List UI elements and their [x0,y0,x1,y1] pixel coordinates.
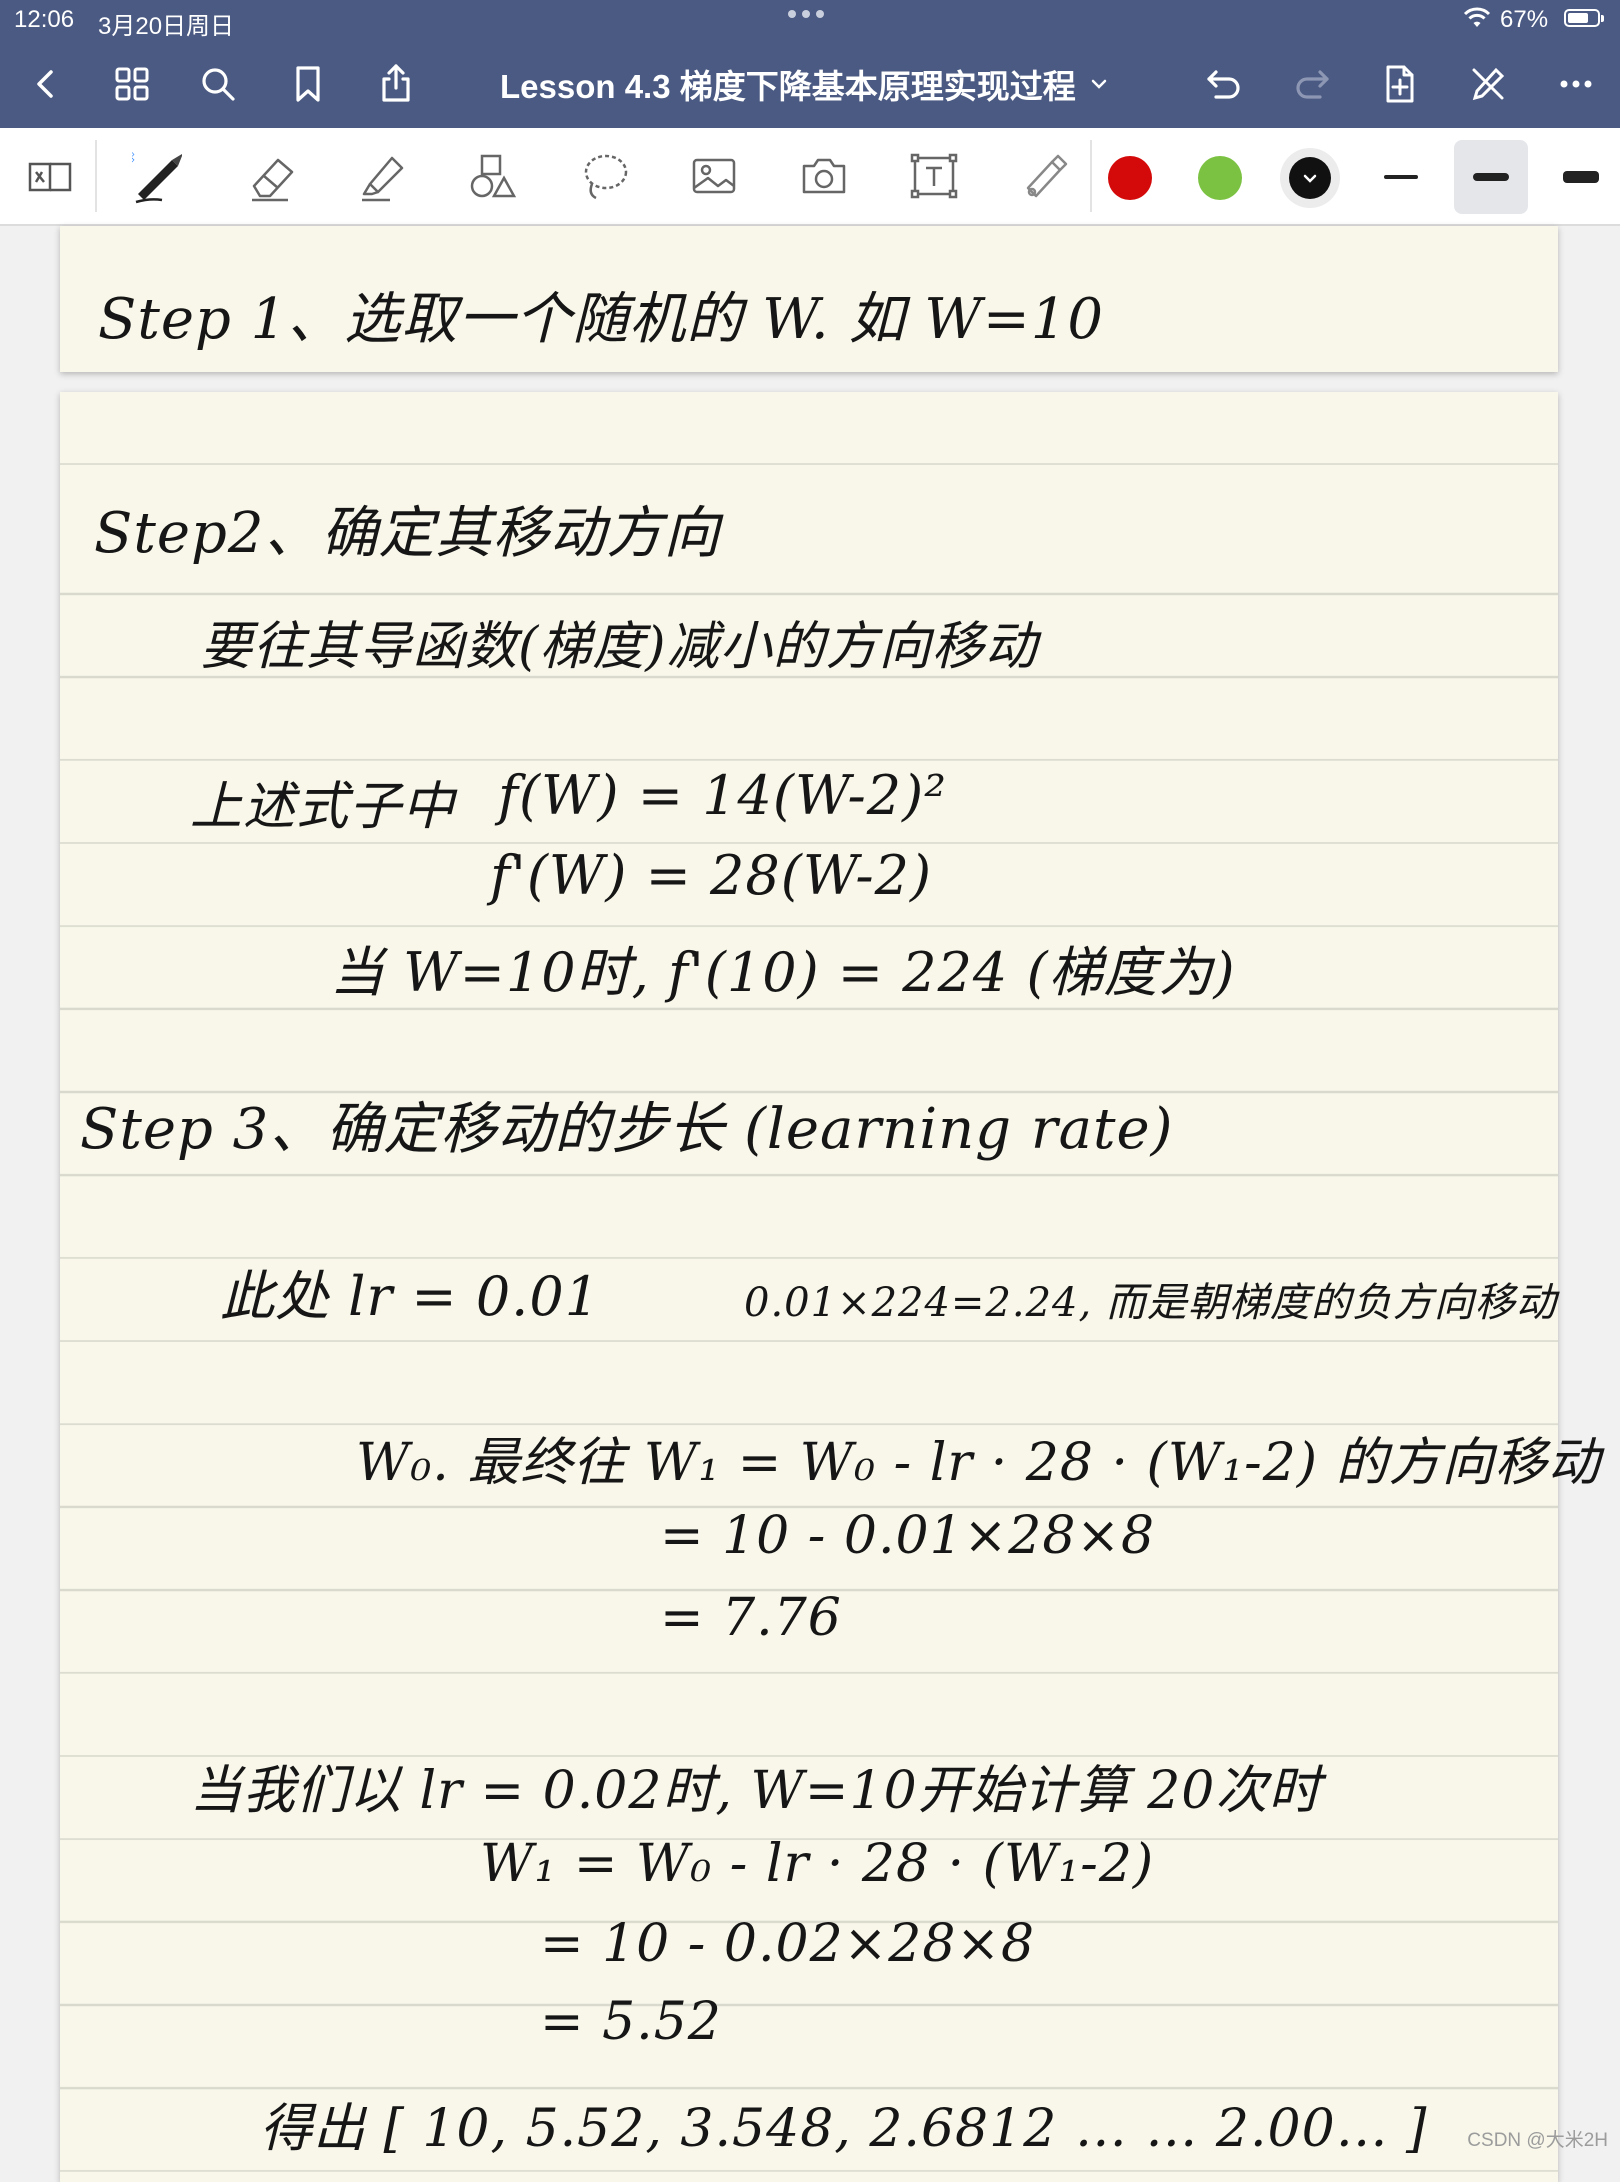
grid-icon [115,67,149,101]
formula-f: f(W) = 14(W-2)² [498,764,947,827]
search-button[interactable] [190,56,246,112]
toolbar-divider [1090,140,1092,212]
lasso-tool[interactable] [572,146,636,206]
thumbnails-button[interactable] [104,56,160,112]
more-icon [1560,80,1592,88]
chevron-down-icon [1303,174,1317,183]
stroke-width-thick[interactable] [1544,140,1618,214]
undo-button[interactable] [1196,56,1252,112]
undo-icon [1207,70,1240,99]
eraser-tool[interactable] [240,146,304,206]
laser-pointer-tool[interactable] [1012,146,1076,206]
read-mode-icon [28,162,72,192]
highlighter-icon [362,156,404,202]
laser-pointer-icon [1026,154,1068,198]
add-page-icon [1386,65,1414,103]
svg-text:ᛒ: ᛒ [132,150,136,166]
navigation-bar: Lesson 4.3 梯度下降基本原理实现过程 [0,38,1620,128]
document-title-text: Lesson 4.3 梯度下降基本原理实现过程 [500,68,1076,105]
image-icon [692,158,736,194]
formula-f-prime: f'(W) = 28(W-2) [490,844,933,907]
more-button[interactable] [1548,56,1604,112]
note-page-2[interactable]: Step2、确定其移动方向 要往其导函数(梯度)减小的方向移动 上述式子中 f(… [60,392,1600,2182]
iteration-calc-1: = 10 - 0.02×28×8 [540,1914,1036,1974]
camera-tool[interactable] [792,146,856,206]
share-button[interactable] [368,56,424,112]
step3-title: Step 3、确定移动的步长 (learning rate) [80,1097,1174,1162]
wifi-icon [1463,7,1491,27]
status-time: 12:06 [14,6,75,33]
watermark: CSDN @大米2H [1467,2130,1608,2151]
note-page-1[interactable]: Step 1、选取一个随机的 W. 如 W=10 [60,226,1558,372]
read-mode-button[interactable] [18,146,82,206]
color-swatch-green[interactable] [1198,156,1242,200]
gradient-at-10: 当 W=10时, f'(10) = 224 (梯度为) [330,941,1236,1004]
back-button[interactable] [18,56,74,112]
highlighter-tool[interactable] [350,146,414,206]
step2-title: Step2、确定其移动方向 [94,501,721,566]
iteration-rule: W₁ = W₀ - lr · 28 · (W₁-2) [480,1834,1155,1894]
share-icon [382,64,410,102]
add-page-button[interactable] [1372,56,1428,112]
update-calc-1: = 10 - 0.01×28×8 [660,1506,1156,1566]
chevron-down-icon [1091,79,1106,89]
battery-percent: 67% [1500,6,1549,33]
eraser-icon [252,158,294,202]
iteration-calc-2: = 5.52 [540,1992,722,2052]
chevron-left-icon [37,70,53,98]
multitasking-dots-icon[interactable] [788,10,824,18]
pen-tool[interactable]: ᛒ [128,146,192,206]
battery-icon [1564,9,1604,27]
lasso-icon [584,154,628,200]
update-calc-2: = 7.76 [660,1588,842,1648]
stroke-width-thin[interactable] [1364,140,1438,214]
learning-rate-value: 此处 lr = 0.01 [220,1265,601,1328]
iteration-intro: 当我们以 lr = 0.02时, W=10开始计算 20次时 [190,1761,1322,1821]
selected-color-dot [1289,157,1331,199]
pen-off-icon [1472,67,1505,101]
iteration-result: 得出 [ 10, 5.52, 3.548, 2.6812 … … 2.00… ] [260,2099,1428,2159]
formula-label: 上述式子中 [190,777,456,837]
text-tool[interactable] [902,146,966,206]
search-icon [202,68,235,101]
pen-toggle-button[interactable] [1460,56,1516,112]
document-title[interactable]: Lesson 4.3 梯度下降基本原理实现过程 [500,62,1108,106]
color-swatch-black-selected[interactable] [1280,148,1340,208]
shapes-icon [470,154,517,198]
status-date: 3月20日周日 [98,13,235,40]
status-bar: 12:06 3月20日周日 67% [0,0,1620,40]
stroke-width-medium[interactable] [1454,140,1528,214]
fountain-pen-icon: ᛒ [132,150,182,204]
learning-rate-note: 0.01×224=2.24, 而是朝梯度的负方向移动 [744,1280,1557,1326]
shapes-tool[interactable] [460,146,524,206]
redo-icon [1296,70,1329,99]
color-swatch-red[interactable] [1108,156,1152,200]
update-rule: W₀. 最终往 W₁ = W₀ - lr · 28 · (W₁-2) 的方向移动 [356,1433,1601,1493]
step2-description: 要往其导函数(梯度)减小的方向移动 [200,617,1038,677]
camera-icon [802,158,846,194]
bookmark-icon [296,66,320,102]
step1-text: Step 1、选取一个随机的 W. 如 W=10 [98,287,1104,352]
toolbar-divider [95,140,97,212]
image-tool[interactable] [682,146,746,206]
redo-button[interactable] [1284,56,1340,112]
text-box-icon [910,153,958,199]
bookmark-button[interactable] [280,56,336,112]
